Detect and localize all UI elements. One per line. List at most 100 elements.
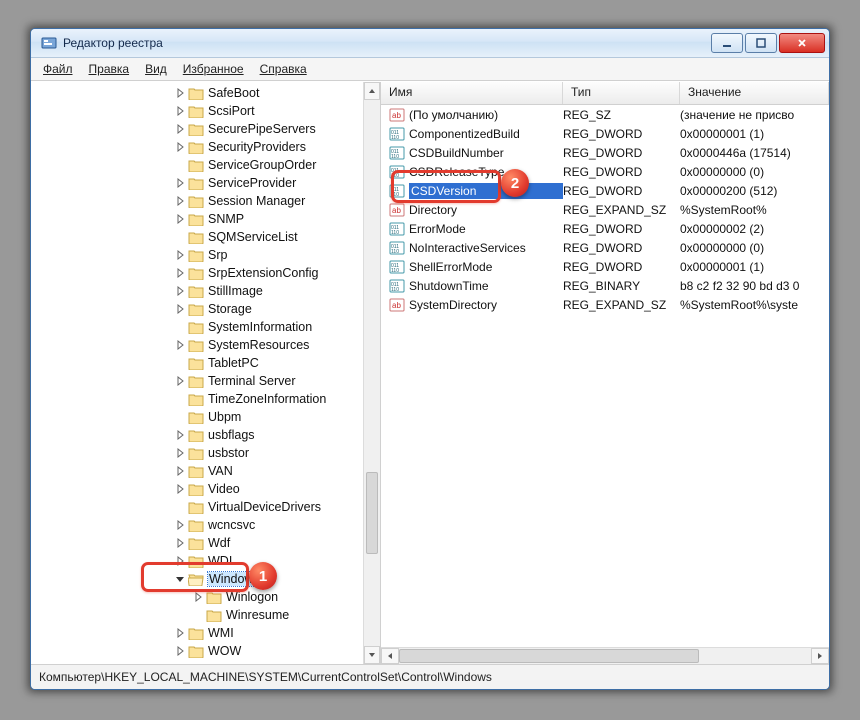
collapse-icon[interactable]: [174, 573, 186, 585]
expand-icon[interactable]: [174, 303, 186, 315]
value-row[interactable]: 011110ShutdownTimeREG_BINARYb8 c2 f2 32 …: [381, 276, 829, 295]
expand-icon[interactable]: [174, 285, 186, 297]
value-row[interactable]: abDirectoryREG_EXPAND_SZ%SystemRoot%: [381, 200, 829, 219]
expand-icon[interactable]: [174, 213, 186, 225]
expand-icon[interactable]: [174, 339, 186, 351]
tree-item[interactable]: wcncsvc: [31, 516, 363, 534]
tree-item[interactable]: SNMP: [31, 210, 363, 228]
tree-item[interactable]: WOW: [31, 642, 363, 660]
expand-icon[interactable]: [174, 429, 186, 441]
expand-icon[interactable]: [174, 519, 186, 531]
tree-item[interactable]: WDI: [31, 552, 363, 570]
minimize-button[interactable]: [711, 33, 743, 53]
tree-item[interactable]: SafeBoot: [31, 84, 363, 102]
value-data: 0x00000000 (0): [680, 165, 829, 179]
tree-item[interactable]: VAN: [31, 462, 363, 480]
scroll-left-button[interactable]: [381, 648, 399, 664]
menu-file[interactable]: Файл: [37, 60, 79, 78]
expand-icon[interactable]: [174, 141, 186, 153]
expand-icon[interactable]: [174, 465, 186, 477]
tree-item[interactable]: StillImage: [31, 282, 363, 300]
tree-item[interactable]: Session Manager: [31, 192, 363, 210]
tree-item[interactable]: ServiceProvider: [31, 174, 363, 192]
tree-item[interactable]: SQMServiceList: [31, 228, 363, 246]
tree-item[interactable]: ScsiPort: [31, 102, 363, 120]
tree-item[interactable]: TabletPC: [31, 354, 363, 372]
value-name: Directory: [409, 203, 563, 217]
titlebar: Редактор реестра: [31, 29, 829, 58]
menu-favorites[interactable]: Избранное: [177, 60, 250, 78]
values-hscrollbar[interactable]: [381, 647, 829, 664]
value-row[interactable]: 011110NoInteractiveServicesREG_DWORD0x00…: [381, 238, 829, 257]
values-list[interactable]: ab(По умолчанию)REG_SZ(значение не присв…: [381, 105, 829, 647]
column-value[interactable]: Значение: [680, 82, 829, 104]
tree-scrollbar[interactable]: [363, 82, 380, 664]
hscroll-thumb[interactable]: [399, 649, 699, 663]
tree-item[interactable]: Wdf: [31, 534, 363, 552]
expand-icon[interactable]: [174, 447, 186, 459]
close-button[interactable]: [779, 33, 825, 53]
tree-item[interactable]: Terminal Server: [31, 372, 363, 390]
value-data: (значение не присво: [680, 108, 829, 122]
expand-icon: [192, 609, 204, 621]
tree-item[interactable]: WMI: [31, 624, 363, 642]
tree-item[interactable]: ServiceGroupOrder: [31, 156, 363, 174]
folder-icon: [188, 194, 204, 208]
value-name: (По умолчанию): [409, 108, 563, 122]
value-row[interactable]: 011110ComponentizedBuildREG_DWORD0x00000…: [381, 124, 829, 143]
expand-icon[interactable]: [174, 645, 186, 657]
tree-item[interactable]: Winresume: [31, 606, 363, 624]
menu-help[interactable]: Справка: [254, 60, 313, 78]
column-type[interactable]: Тип: [563, 82, 680, 104]
value-row[interactable]: 011110CSDBuildNumberREG_DWORD0x0000446a …: [381, 143, 829, 162]
value-row[interactable]: 011110CSDReleaseTypeREG_DWORD0x00000000 …: [381, 162, 829, 181]
scroll-down-button[interactable]: [364, 646, 380, 664]
value-row[interactable]: 011110ShellErrorModeREG_DWORD0x00000001 …: [381, 257, 829, 276]
tree-item[interactable]: usbflags: [31, 426, 363, 444]
tree-item[interactable]: SystemInformation: [31, 318, 363, 336]
tree-item[interactable]: SecurePipeServers: [31, 120, 363, 138]
tree-item[interactable]: SecurityProviders: [31, 138, 363, 156]
maximize-button[interactable]: [745, 33, 777, 53]
expand-icon[interactable]: [174, 87, 186, 99]
expand-icon[interactable]: [174, 555, 186, 567]
tree-item[interactable]: Storage: [31, 300, 363, 318]
expand-icon[interactable]: [174, 177, 186, 189]
scroll-thumb[interactable]: [366, 472, 378, 554]
tree-item-label: SNMP: [208, 212, 244, 226]
expand-icon[interactable]: [174, 105, 186, 117]
column-name[interactable]: Имя: [381, 82, 563, 104]
value-data: %SystemRoot%\syste: [680, 298, 829, 312]
value-row[interactable]: 011110ErrorModeREG_DWORD0x00000002 (2): [381, 219, 829, 238]
value-row[interactable]: ab(По умолчанию)REG_SZ(значение не присв…: [381, 105, 829, 124]
tree-item[interactable]: VirtualDeviceDrivers: [31, 498, 363, 516]
tree-item[interactable]: Winlogon: [31, 588, 363, 606]
menu-view[interactable]: Вид: [139, 60, 173, 78]
values-pane: Имя Тип Значение ab(По умолчанию)REG_SZ(…: [381, 82, 829, 664]
tree-item[interactable]: Video: [31, 480, 363, 498]
value-row[interactable]: 011110CSDVersionREG_DWORD0x00000200 (512…: [381, 181, 829, 200]
expand-icon[interactable]: [174, 483, 186, 495]
expand-icon[interactable]: [174, 627, 186, 639]
tree-item[interactable]: Srp: [31, 246, 363, 264]
registry-tree[interactable]: SafeBootScsiPortSecurePipeServersSecurit…: [31, 82, 363, 664]
tree-item[interactable]: Ubpm: [31, 408, 363, 426]
tree-item[interactable]: usbstor: [31, 444, 363, 462]
tree-item-label: TabletPC: [208, 356, 259, 370]
tree-item[interactable]: Windows: [31, 570, 363, 588]
expand-icon[interactable]: [174, 267, 186, 279]
tree-item[interactable]: SrpExtensionConfig: [31, 264, 363, 282]
folder-icon: [188, 338, 204, 352]
tree-item[interactable]: TimeZoneInformation: [31, 390, 363, 408]
expand-icon[interactable]: [174, 123, 186, 135]
scroll-up-button[interactable]: [364, 82, 380, 100]
menu-edit[interactable]: Правка: [83, 60, 136, 78]
tree-item[interactable]: SystemResources: [31, 336, 363, 354]
expand-icon[interactable]: [192, 591, 204, 603]
value-row[interactable]: abSystemDirectoryREG_EXPAND_SZ%SystemRoo…: [381, 295, 829, 314]
expand-icon[interactable]: [174, 375, 186, 387]
expand-icon[interactable]: [174, 195, 186, 207]
expand-icon[interactable]: [174, 249, 186, 261]
scroll-right-button[interactable]: [811, 648, 829, 664]
expand-icon[interactable]: [174, 537, 186, 549]
